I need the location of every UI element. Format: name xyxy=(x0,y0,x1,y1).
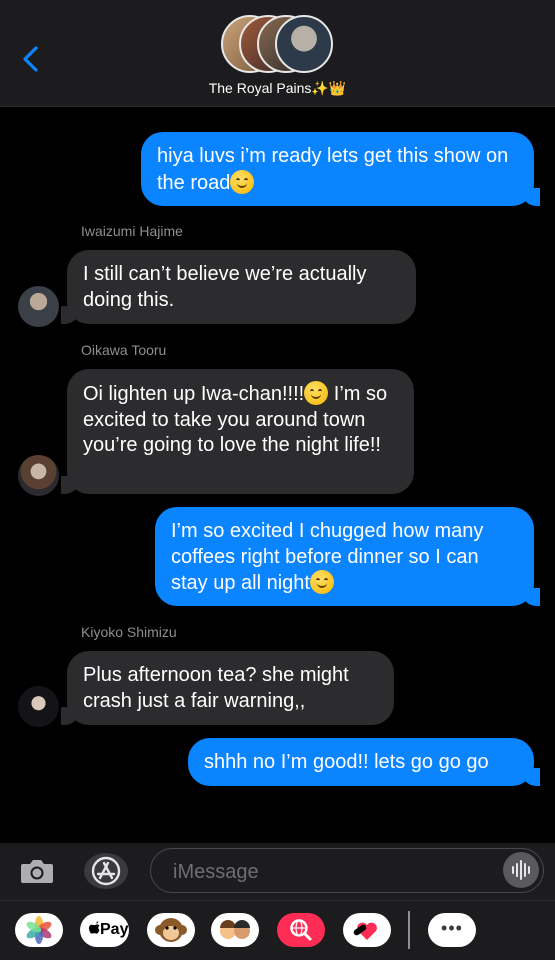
group-avatar xyxy=(275,15,333,73)
sender-name: Oikawa Tooru xyxy=(81,342,167,358)
photos-icon xyxy=(26,916,52,944)
composer-bar: iMessage xyxy=(0,843,555,900)
group-name[interactable]: The Royal Pains✨👑 xyxy=(0,80,555,97)
relieved-smiling-face-emoji xyxy=(309,570,334,594)
monkey-animoji-icon xyxy=(155,918,187,942)
drawer-divider xyxy=(408,911,410,949)
avatar[interactable] xyxy=(18,686,59,727)
apple-pay-button[interactable]: Pay xyxy=(80,913,129,947)
message-text: hiya luvs i’m ready lets get this show o… xyxy=(157,145,509,194)
outgoing-message-bubble[interactable]: I’m so excited I chugged how many coffee… xyxy=(155,507,540,606)
digital-touch-icon xyxy=(353,922,377,940)
outgoing-message-bubble[interactable]: hiya luvs i’m ready lets get this show o… xyxy=(141,132,540,206)
apple-pay-label: Pay xyxy=(100,921,129,938)
memoji-icon xyxy=(220,920,250,939)
audio-message-button[interactable] xyxy=(503,852,539,888)
memoji-button[interactable] xyxy=(211,913,259,947)
message-input-placeholder: iMessage xyxy=(173,861,259,883)
message-input[interactable]: iMessage xyxy=(150,848,544,893)
avatar[interactable] xyxy=(18,455,59,496)
digital-touch-button[interactable] xyxy=(343,913,391,947)
message-text: shhh no I’m good!! lets go go go xyxy=(204,751,489,773)
message-text: Oi lighten up Iwa-chan!!!! xyxy=(83,383,305,405)
smiling-face-emoji xyxy=(304,381,329,405)
sender-name: Kiyoko Shimizu xyxy=(81,624,177,640)
animoji-button[interactable] xyxy=(147,913,195,947)
apple-pay-icon xyxy=(88,921,100,934)
audio-waveform-icon xyxy=(512,860,530,880)
message-text: Plus afternoon tea? she might crash just… xyxy=(83,664,349,712)
incoming-message-bubble[interactable]: I still can’t believe we’re actually doi… xyxy=(61,250,416,324)
web-search-button[interactable] xyxy=(277,913,325,947)
incoming-message-bubble[interactable]: Oi lighten up Iwa-chan!!!! I’m so excite… xyxy=(61,369,414,494)
message-text: I still can’t believe we’re actually doi… xyxy=(83,263,367,311)
sender-name: Iwaizumi Hajime xyxy=(81,223,183,239)
more-icon: ••• xyxy=(441,918,463,938)
smiling-face-with-hearts-emoji xyxy=(230,169,255,194)
photos-app-button[interactable] xyxy=(15,913,63,947)
app-store-button[interactable] xyxy=(84,853,128,889)
web-search-icon xyxy=(290,919,312,941)
more-apps-button[interactable]: ••• xyxy=(428,913,476,947)
group-avatars[interactable] xyxy=(221,15,333,73)
app-drawer: Pay ••• xyxy=(0,900,555,960)
conversation-header: The Royal Pains✨👑 xyxy=(0,0,555,107)
incoming-message-bubble[interactable]: Plus afternoon tea? she might crash just… xyxy=(61,651,394,725)
outgoing-message-bubble[interactable]: shhh no I’m good!! lets go go go xyxy=(188,738,540,786)
camera-icon[interactable] xyxy=(20,857,54,885)
app-store-icon xyxy=(91,856,121,886)
message-list[interactable]: hiya luvs i’m ready lets get this show o… xyxy=(0,108,555,843)
avatar[interactable] xyxy=(18,286,59,327)
chevron-left-icon[interactable] xyxy=(18,42,46,76)
